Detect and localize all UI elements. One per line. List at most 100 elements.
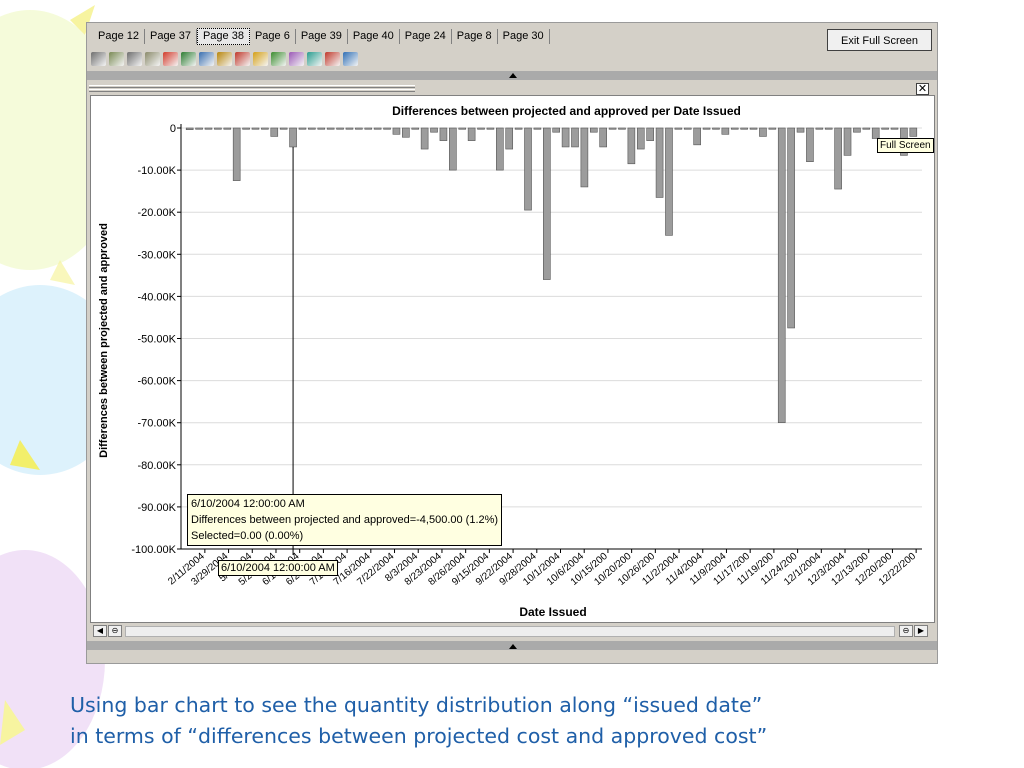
bar[interactable] <box>533 127 542 130</box>
bar[interactable] <box>787 127 795 329</box>
grid-view-icon[interactable] <box>127 52 142 66</box>
bar[interactable] <box>853 127 861 133</box>
bar[interactable] <box>458 127 467 130</box>
bar[interactable] <box>543 127 551 280</box>
tab-page-8[interactable]: Page 8 <box>452 28 498 44</box>
bar[interactable] <box>514 127 523 130</box>
bar[interactable] <box>862 127 871 130</box>
bar[interactable] <box>871 127 880 139</box>
bar[interactable] <box>571 127 579 148</box>
area-chart-icon[interactable] <box>217 52 232 66</box>
bar[interactable] <box>223 127 232 130</box>
exit-full-screen-button[interactable]: Exit Full Screen <box>827 29 932 51</box>
scroll-right-icon[interactable]: ▶ <box>914 625 928 637</box>
bar[interactable] <box>355 127 363 130</box>
bar[interactable] <box>373 127 382 130</box>
report-view-icon[interactable] <box>145 52 160 66</box>
list-view-icon[interactable] <box>109 52 124 66</box>
bar[interactable] <box>909 127 918 137</box>
stacked-bar-icon[interactable] <box>253 52 268 66</box>
column-chart-icon[interactable] <box>271 52 286 66</box>
bar[interactable] <box>608 127 617 130</box>
bar[interactable] <box>890 127 899 130</box>
bar[interactable] <box>392 127 401 135</box>
bar[interactable] <box>289 127 297 148</box>
bar[interactable] <box>749 127 758 130</box>
bar[interactable] <box>185 127 194 130</box>
tab-page-39[interactable]: Page 39 <box>296 28 348 44</box>
bar[interactable] <box>721 127 730 135</box>
bar[interactable] <box>580 127 589 188</box>
bar[interactable] <box>824 127 833 130</box>
bar[interactable] <box>308 127 316 130</box>
bar[interactable] <box>326 127 335 130</box>
bar[interactable] <box>552 127 560 133</box>
bar[interactable] <box>383 127 391 130</box>
bar[interactable] <box>843 127 852 156</box>
bar[interactable] <box>336 127 344 130</box>
bar[interactable] <box>420 127 429 150</box>
tab-page-37[interactable]: Page 37 <box>145 28 197 44</box>
bar[interactable] <box>561 127 570 148</box>
pie-chart-icon[interactable] <box>163 52 178 66</box>
panel-grip-lower[interactable] <box>89 89 415 92</box>
collapse-up-arrow-icon[interactable] <box>509 73 517 78</box>
scroll-left-icon[interactable]: ◀ <box>93 625 107 637</box>
scatter-chart-icon[interactable] <box>235 52 250 66</box>
bar[interactable] <box>730 127 739 130</box>
zoom-out-left-icon[interactable]: ⊖ <box>108 625 122 637</box>
bar[interactable] <box>768 127 777 130</box>
bar[interactable] <box>449 127 457 171</box>
bar[interactable] <box>806 127 814 162</box>
bar[interactable] <box>477 127 485 130</box>
bar[interactable] <box>496 127 504 171</box>
histogram-icon[interactable] <box>307 52 322 66</box>
bar[interactable] <box>270 127 279 137</box>
bar[interactable] <box>683 127 692 130</box>
globe-icon[interactable] <box>343 52 358 66</box>
tab-page-30[interactable]: Page 30 <box>498 28 550 44</box>
bar[interactable] <box>467 127 476 141</box>
bar[interactable] <box>777 127 786 424</box>
scroll-track[interactable] <box>125 626 895 637</box>
bubble-chart-icon[interactable] <box>289 52 304 66</box>
bar[interactable] <box>627 127 636 165</box>
close-panel-button[interactable]: ✕ <box>916 83 929 95</box>
bar[interactable] <box>195 127 203 130</box>
bar[interactable] <box>599 127 607 148</box>
bar[interactable] <box>232 127 241 181</box>
tab-page-6[interactable]: Page 6 <box>250 28 296 44</box>
bar[interactable] <box>646 127 654 141</box>
bar[interactable] <box>834 127 842 190</box>
tab-page-40[interactable]: Page 40 <box>348 28 400 44</box>
tab-page-38[interactable]: Page 38 <box>196 27 250 45</box>
bar[interactable] <box>251 127 260 130</box>
bar[interactable] <box>505 127 514 150</box>
bar[interactable] <box>411 127 420 130</box>
bar[interactable] <box>402 127 410 138</box>
tab-page-24[interactable]: Page 24 <box>400 28 452 44</box>
bar[interactable] <box>279 127 288 130</box>
bar[interactable] <box>364 127 373 130</box>
bar[interactable] <box>618 127 626 130</box>
chart-area[interactable]: Differences between projected and approv… <box>90 95 935 623</box>
bar-chart-icon[interactable] <box>181 52 196 66</box>
bar[interactable] <box>665 127 673 236</box>
tab-page-12[interactable]: Page 12 <box>93 28 145 44</box>
bar[interactable] <box>345 127 354 130</box>
bar[interactable] <box>740 127 748 130</box>
bar[interactable] <box>430 127 438 133</box>
bar[interactable] <box>815 127 824 130</box>
bar[interactable] <box>298 127 307 130</box>
bar[interactable] <box>317 127 326 130</box>
table-view-icon[interactable] <box>91 52 106 66</box>
bar[interactable] <box>674 127 683 130</box>
bar[interactable] <box>242 127 250 130</box>
bar[interactable] <box>881 127 889 130</box>
bar[interactable] <box>702 127 711 130</box>
panel-grip[interactable] <box>89 85 415 88</box>
expand-up-arrow-icon[interactable] <box>509 644 517 649</box>
3d-bar-icon[interactable] <box>325 52 340 66</box>
bar[interactable] <box>261 127 269 130</box>
line-chart-icon[interactable] <box>199 52 214 66</box>
